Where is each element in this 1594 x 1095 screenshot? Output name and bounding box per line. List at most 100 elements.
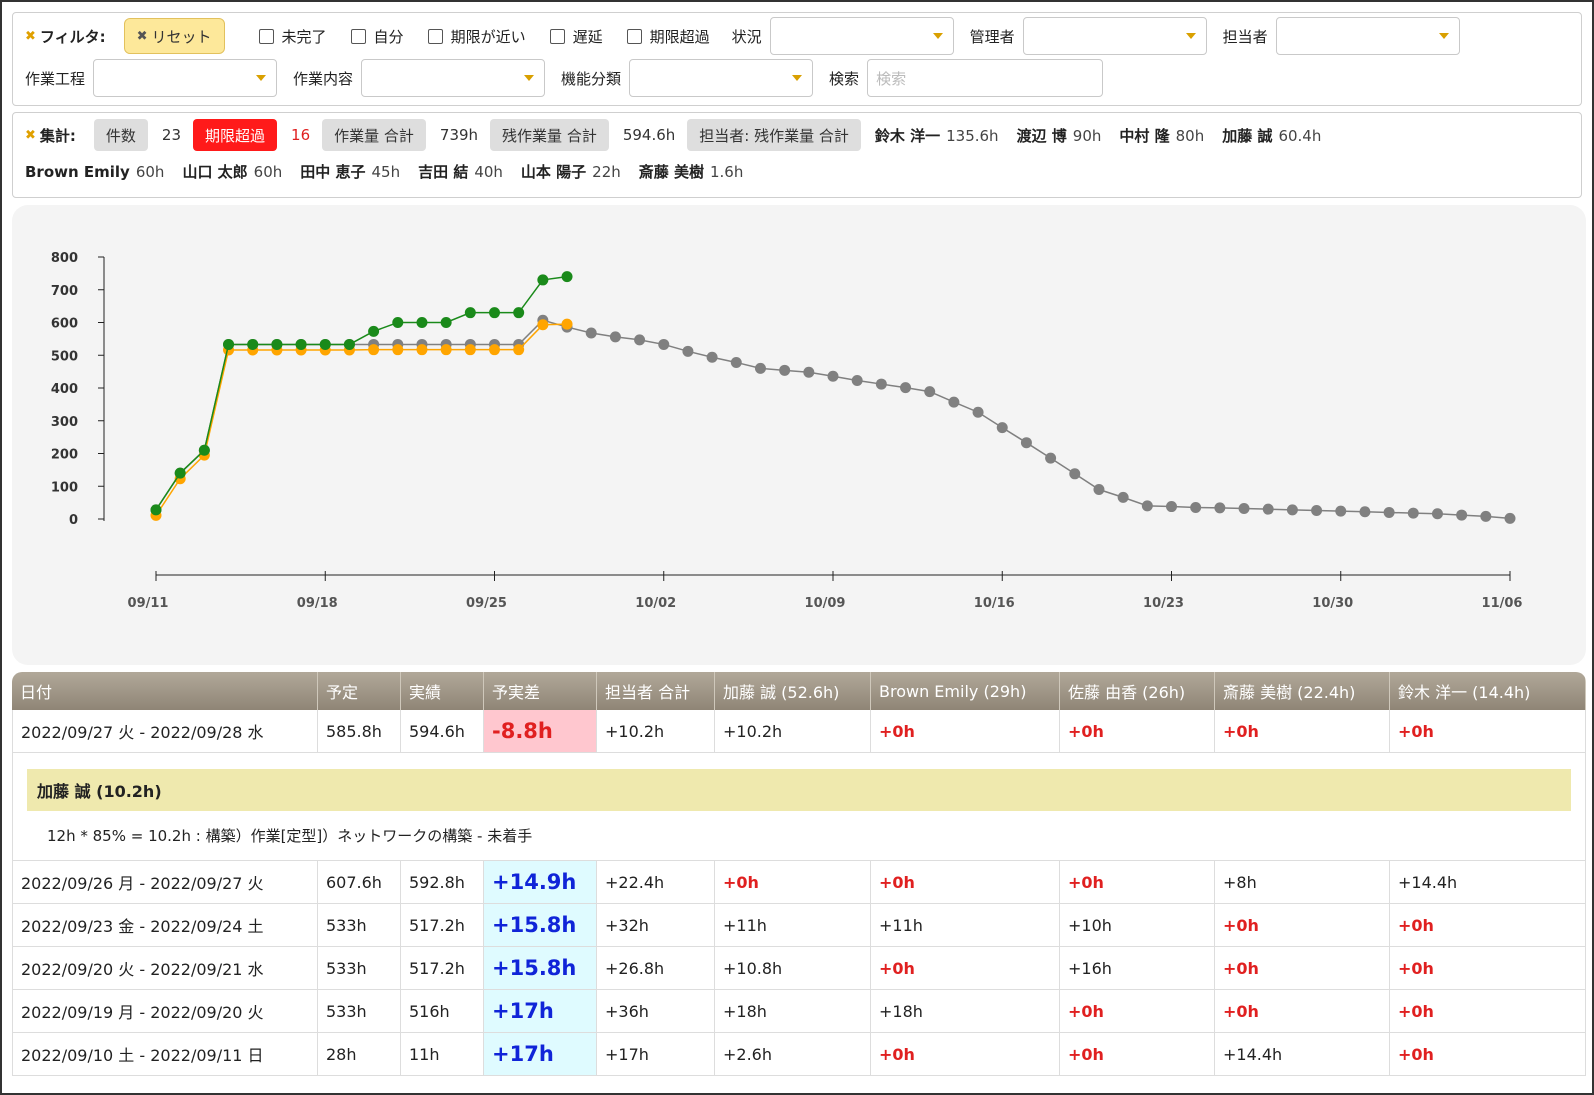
column-header[interactable]: 鈴木 洋一 (14.4h) <box>1390 672 1586 710</box>
reset-button[interactable]: ✖ リセット <box>123 18 225 54</box>
total-cell: +22.4h <box>597 861 715 904</box>
function-select[interactable] <box>629 59 814 97</box>
column-header[interactable]: 予定 <box>318 672 401 710</box>
data-point-green <box>513 307 525 319</box>
x-tick-label: 09/25 <box>466 596 507 611</box>
column-header[interactable]: 斎藤 美樹 (22.4h) <box>1215 672 1390 710</box>
person-cell: +11h <box>715 904 871 947</box>
data-point-orange <box>464 344 476 356</box>
person-cell: +0h <box>871 947 1060 990</box>
data-point-gray <box>1311 504 1323 516</box>
data-point-orange <box>368 344 380 356</box>
remaining-tag: 残作業量 合計 <box>490 119 609 151</box>
checkbox-box[interactable] <box>626 28 642 44</box>
person-cell: +18h <box>715 990 871 1033</box>
column-header[interactable]: 予実差 <box>484 672 597 710</box>
person-cell: +0h <box>871 710 1060 753</box>
checkbox-mine[interactable]: 自分 <box>350 26 404 47</box>
data-point-gray <box>706 351 718 363</box>
person-hours: 45h <box>371 163 401 181</box>
data-point-gray <box>1214 502 1226 514</box>
series-line-orange <box>155 323 568 516</box>
x-tick-label: 10/02 <box>635 596 676 611</box>
count-tag: 件数 <box>93 119 148 151</box>
checkbox-label: 期限が近い <box>450 27 526 46</box>
process-select[interactable] <box>93 59 278 97</box>
search-label: 検索 <box>829 69 860 88</box>
checkbox-box[interactable] <box>350 28 366 44</box>
status-select[interactable] <box>769 17 954 55</box>
person-summary: 山本 陽子 22h <box>521 161 621 182</box>
overdue-tag: 期限超過 <box>193 119 278 151</box>
column-header[interactable]: 加藤 誠 (52.6h) <box>715 672 871 710</box>
table-row[interactable]: 2022/09/26 月 - 2022/09/27 火 607.6h 592.8h +… <box>12 861 1586 904</box>
assignee-select[interactable] <box>1275 17 1460 55</box>
column-header[interactable]: 担当者 合計 <box>597 672 715 710</box>
chevron-down-icon <box>792 75 803 81</box>
person-summary: 斎藤 美樹 1.6h <box>639 161 744 182</box>
checkbox-overdue[interactable]: 期限超過 <box>626 26 710 47</box>
table-row[interactable]: 2022/09/27 火 - 2022/09/28 水 585.8h 594.6… <box>12 710 1586 753</box>
status-label: 状況 <box>731 27 762 46</box>
summary-icon: ✖ <box>25 127 36 143</box>
checkbox-delayed[interactable]: 遅延 <box>549 26 603 47</box>
date-cell: 2022/09/10 土 - 2022/09/11 日 <box>12 1033 318 1076</box>
total-tag: 作業量 合計 <box>322 119 426 151</box>
x-tick-label: 10/09 <box>805 596 846 611</box>
content-label: 作業内容 <box>293 69 354 88</box>
checkbox-due-soon[interactable]: 期限が近い <box>427 26 526 47</box>
person-summary: 山口 太郎 60h <box>182 161 282 182</box>
table-row[interactable]: 2022/09/19 月 - 2022/09/20 火 533h 516h +17h +… <box>12 990 1586 1033</box>
chevron-down-icon <box>524 75 535 81</box>
table-row[interactable]: 2022/09/10 土 - 2022/09/11 日 28h 11h +17h +17… <box>12 1033 1586 1076</box>
data-point-gray <box>1069 468 1081 480</box>
column-header[interactable]: 日付 <box>12 672 318 710</box>
remaining-value: 594.6h <box>622 126 676 144</box>
data-point-gray <box>827 370 839 382</box>
data-point-green <box>247 338 259 350</box>
checkbox-box[interactable] <box>549 28 565 44</box>
person-cell: +0h <box>1390 904 1586 947</box>
table-row[interactable]: 2022/09/23 金 - 2022/09/24 土 533h 517.2h +15… <box>12 904 1586 947</box>
data-point-gray <box>1431 508 1443 520</box>
filter-icon: ✖ <box>25 28 36 44</box>
checkbox-box[interactable] <box>427 28 443 44</box>
column-header[interactable]: Brown Emily (29h) <box>871 672 1060 710</box>
chevron-down-icon <box>1438 33 1449 39</box>
date-cell: 2022/09/19 月 - 2022/09/20 火 <box>12 990 318 1033</box>
checkbox-box[interactable] <box>258 28 274 44</box>
checkbox-label: 未完了 <box>281 27 327 46</box>
actual-cell: 517.2h <box>401 947 484 990</box>
column-header[interactable]: 実績 <box>401 672 484 710</box>
person-cell: +0h <box>1215 710 1390 753</box>
person-cell: +0h <box>1390 710 1586 753</box>
person-cell: +8h <box>1215 861 1390 904</box>
data-point-orange <box>537 319 549 331</box>
data-point-green <box>392 317 404 328</box>
data-point-gray <box>1093 484 1105 496</box>
x-tick-label: 10/16 <box>974 596 1015 611</box>
search-input[interactable]: 検索 <box>867 59 1104 97</box>
data-point-gray <box>1456 509 1468 521</box>
person-cell: +18h <box>871 990 1060 1033</box>
manager-select[interactable] <box>1022 17 1207 55</box>
column-header[interactable]: 佐藤 由香 (26h) <box>1060 672 1215 710</box>
total-cell: +32h <box>597 904 715 947</box>
app-frame: ✖ フィルタ: ✖ リセット 未完了 自分 期限が近い 遅延 期限超過 状況 管… <box>0 0 1594 1095</box>
date-cell: 2022/09/27 火 - 2022/09/28 水 <box>12 710 318 753</box>
checkbox-incomplete[interactable]: 未完了 <box>258 26 327 47</box>
data-point-green <box>440 317 452 328</box>
person-cell: +14.4h <box>1390 861 1586 904</box>
table-row[interactable]: 2022/09/20 火 - 2022/09/21 水 533h 517.2h +15… <box>12 947 1586 990</box>
data-point-green <box>295 338 307 350</box>
data-point-orange <box>513 344 525 356</box>
person-summary: 渡辺 博 90h <box>1017 125 1102 146</box>
plan-cell: 533h <box>318 947 401 990</box>
table-header-row: 日付 予定 実績 予実差 担当者 合計 加藤 誠 (52.6h) Brown E… <box>12 672 1586 710</box>
data-point-gray <box>682 345 694 357</box>
person-cell: +0h <box>1060 710 1215 753</box>
content-select[interactable] <box>361 59 546 97</box>
data-point-gray <box>924 386 936 398</box>
actual-cell: 517.2h <box>401 904 484 947</box>
data-table: 日付 予定 実績 予実差 担当者 合計 加藤 誠 (52.6h) Brown E… <box>12 672 1586 1076</box>
